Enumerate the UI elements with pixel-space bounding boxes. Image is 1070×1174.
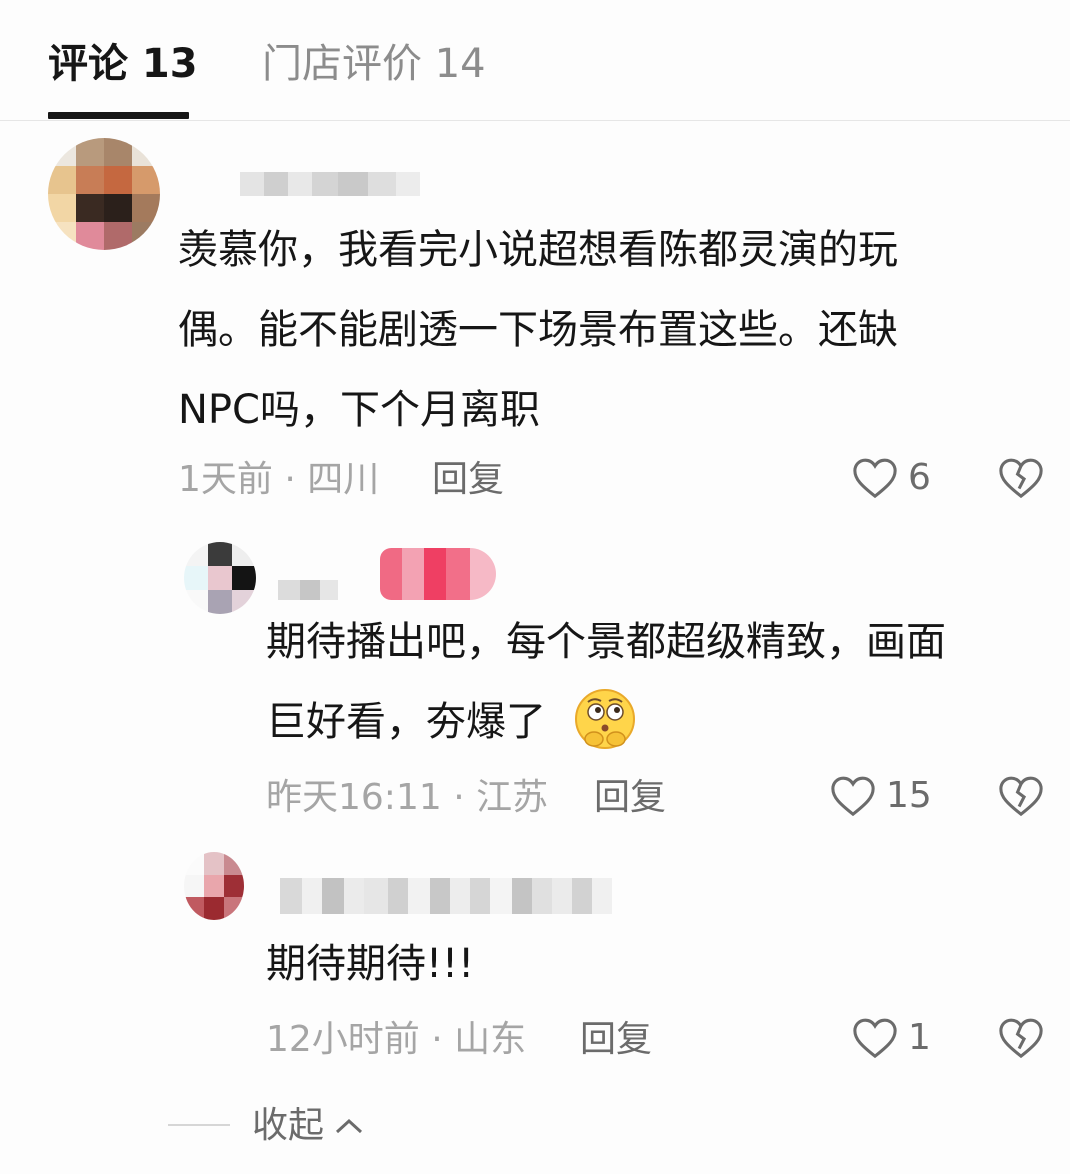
avatar[interactable] bbox=[184, 852, 244, 920]
comment-meta: 1天前 · 四川 bbox=[178, 459, 380, 500]
collapse-label: 收起 bbox=[252, 1105, 325, 1146]
username-blurred[interactable] bbox=[278, 580, 338, 600]
like-count: 15 bbox=[886, 775, 932, 816]
username-blurred[interactable] bbox=[280, 878, 612, 914]
tab-comments[interactable]: 评论 13 bbox=[48, 38, 198, 90]
thinking-face-emoji bbox=[575, 689, 635, 749]
comment-meta: 12小时前 · 山东 bbox=[266, 1019, 527, 1060]
dislike-button[interactable] bbox=[998, 456, 1044, 504]
reply-button[interactable]: 回复 bbox=[580, 1018, 652, 1062]
broken-heart-icon bbox=[999, 776, 1043, 817]
chevron-up-icon bbox=[336, 1118, 363, 1134]
comment-meta: 昨天16:11 · 江苏 bbox=[266, 777, 549, 818]
tab-store-reviews[interactable]: 门店评价 14 bbox=[262, 38, 486, 90]
collapse-replies-button[interactable]: 收起 bbox=[252, 1104, 364, 1148]
avatar[interactable] bbox=[184, 542, 256, 614]
like-button[interactable]: 15 bbox=[830, 774, 932, 818]
like-count: 1 bbox=[908, 1017, 931, 1058]
username-blurred[interactable] bbox=[240, 172, 420, 196]
like-button[interactable]: 6 bbox=[852, 456, 931, 500]
heart-outline-icon bbox=[831, 776, 875, 817]
user-badge-blurred bbox=[380, 548, 496, 600]
reply-button[interactable]: 回复 bbox=[594, 776, 666, 820]
heart-outline-icon bbox=[853, 458, 897, 499]
like-button[interactable]: 1 bbox=[852, 1016, 931, 1060]
avatar[interactable] bbox=[48, 138, 160, 250]
reply-button[interactable]: 回复 bbox=[432, 458, 504, 502]
comment-text: 羡慕你，我看完小说超想看陈都灵演的玩 偶。能不能剧透一下场景布置这些。还缺 NP… bbox=[178, 227, 898, 433]
broken-heart-icon bbox=[999, 1018, 1043, 1059]
comment-text: 期待期待!!! bbox=[266, 941, 475, 987]
dislike-button[interactable] bbox=[998, 774, 1044, 822]
tab-bar: 评论 13 门店评价 14 bbox=[0, 0, 1070, 121]
broken-heart-icon bbox=[999, 458, 1043, 499]
collapse-divider bbox=[168, 1124, 230, 1126]
dislike-button[interactable] bbox=[998, 1016, 1044, 1064]
like-count: 6 bbox=[908, 457, 931, 498]
active-tab-indicator bbox=[48, 112, 189, 119]
heart-outline-icon bbox=[853, 1018, 897, 1059]
